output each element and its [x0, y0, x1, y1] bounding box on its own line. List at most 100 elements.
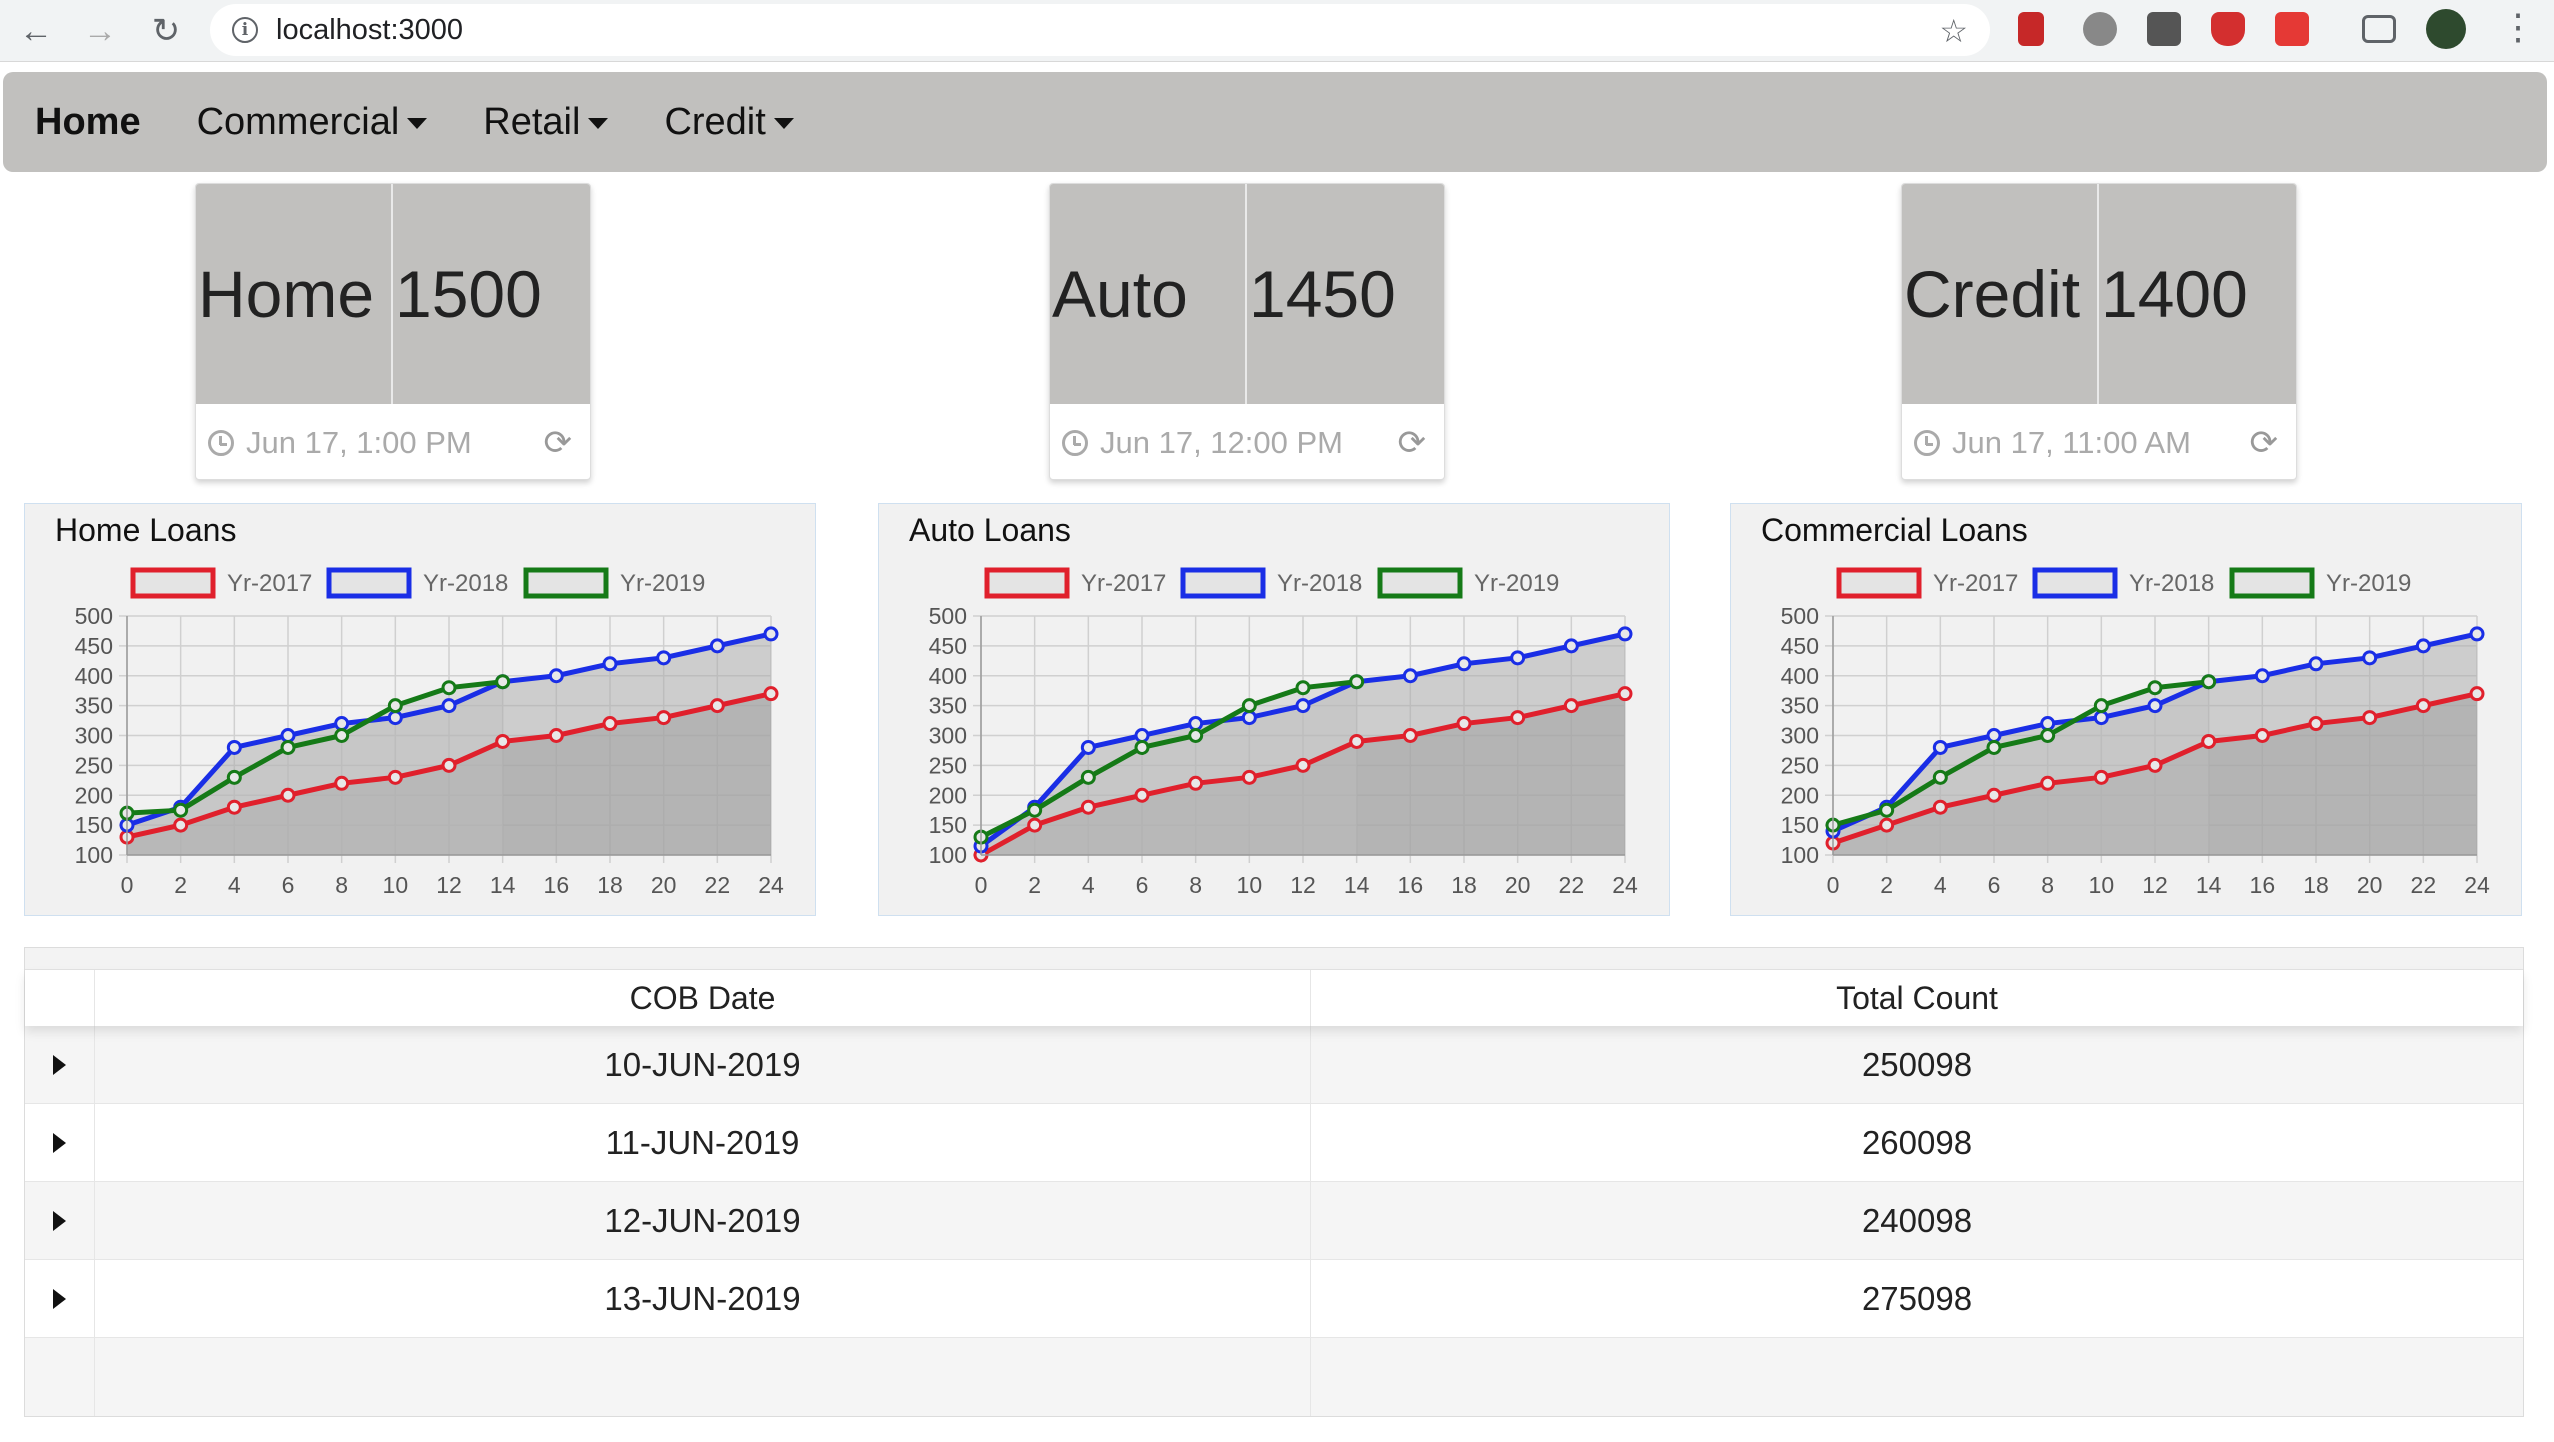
data-point[interactable] — [1241, 769, 1257, 785]
data-point[interactable] — [2201, 733, 2217, 749]
data-point[interactable] — [1080, 769, 1096, 785]
extension-circle-icon[interactable] — [2083, 12, 2117, 46]
data-point[interactable] — [2147, 698, 2163, 714]
data-point[interactable] — [1080, 739, 1096, 755]
expand-arrow-icon[interactable] — [53, 1288, 66, 1309]
refresh-icon[interactable]: ⟳ — [1398, 423, 1427, 463]
legend-item[interactable]: Yr-2018 — [1180, 567, 1362, 599]
nav-home[interactable]: Home — [35, 101, 141, 144]
data-point[interactable] — [2254, 668, 2270, 684]
expand-arrow-icon[interactable] — [53, 1210, 66, 1231]
data-point[interactable] — [2040, 775, 2056, 791]
data-point[interactable] — [334, 775, 350, 791]
data-point[interactable] — [1986, 787, 2002, 803]
data-point[interactable] — [1510, 650, 1526, 666]
legend-item[interactable]: Yr-2019 — [1377, 567, 1559, 599]
data-point[interactable] — [387, 698, 403, 714]
data-point[interactable] — [226, 769, 242, 785]
data-point[interactable] — [1295, 757, 1311, 773]
table-row[interactable]: 12-JUN-2019 240098 — [25, 1182, 2523, 1260]
data-point[interactable] — [1027, 817, 1043, 833]
extension-bulb-icon[interactable] — [2147, 12, 2181, 46]
data-point[interactable] — [2362, 710, 2378, 726]
data-point[interactable] — [2093, 710, 2109, 726]
data-point[interactable] — [2469, 626, 2485, 642]
data-point[interactable] — [2362, 650, 2378, 666]
data-point[interactable] — [709, 698, 725, 714]
data-point[interactable] — [1986, 739, 2002, 755]
data-point[interactable] — [1188, 775, 1204, 791]
data-point[interactable] — [2147, 757, 2163, 773]
data-point[interactable] — [602, 716, 618, 732]
table-row[interactable]: 10-JUN-2019 250098 — [25, 1026, 2523, 1104]
table-row[interactable]: 11-JUN-2019 260098 — [25, 1104, 2523, 1182]
forward-arrow-icon[interactable]: → — [78, 9, 122, 53]
data-point[interactable] — [1456, 716, 1472, 732]
data-point[interactable] — [1402, 668, 1418, 684]
data-point[interactable] — [334, 716, 350, 732]
bookmark-star-icon[interactable]: ☆ — [1939, 12, 1968, 50]
data-point[interactable] — [2040, 716, 2056, 732]
data-point[interactable] — [2147, 680, 2163, 696]
expand-arrow-icon[interactable] — [53, 1054, 66, 1075]
data-point[interactable] — [1986, 728, 2002, 743]
data-point[interactable] — [1456, 656, 1472, 672]
data-point[interactable] — [548, 728, 564, 743]
legend-item[interactable]: Yr-2019 — [2229, 567, 2411, 599]
data-point[interactable] — [387, 710, 403, 726]
nav-commercial-dropdown[interactable]: Commercial — [197, 101, 428, 144]
expand-arrow-icon[interactable] — [53, 1132, 66, 1153]
data-point[interactable] — [173, 817, 189, 833]
data-point[interactable] — [1510, 710, 1526, 726]
data-point[interactable] — [1134, 728, 1150, 743]
data-point[interactable] — [173, 802, 189, 818]
data-point[interactable] — [280, 787, 296, 803]
data-point[interactable] — [1080, 799, 1096, 815]
data-point[interactable] — [387, 769, 403, 785]
data-point[interactable] — [2415, 638, 2431, 654]
legend-item[interactable]: Yr-2018 — [326, 567, 508, 599]
data-point[interactable] — [1241, 698, 1257, 714]
data-point[interactable] — [441, 680, 457, 696]
data-point[interactable] — [763, 626, 779, 642]
data-point[interactable] — [602, 656, 618, 672]
data-point[interactable] — [226, 799, 242, 815]
legend-item[interactable]: Yr-2017 — [984, 567, 1166, 599]
data-point[interactable] — [1188, 728, 1204, 743]
data-point[interactable] — [1402, 728, 1418, 743]
data-point[interactable] — [1027, 802, 1043, 818]
data-point[interactable] — [2093, 769, 2109, 785]
data-point[interactable] — [2469, 686, 2485, 702]
data-point[interactable] — [1349, 733, 1365, 749]
data-point[interactable] — [441, 698, 457, 714]
data-point[interactable] — [548, 668, 564, 684]
column-header-cob-date[interactable]: COB Date — [95, 970, 1311, 1026]
data-point[interactable] — [1932, 799, 1948, 815]
data-point[interactable] — [280, 739, 296, 755]
data-point[interactable] — [1563, 698, 1579, 714]
table-row[interactable]: 13-JUN-2019 275098 — [25, 1260, 2523, 1338]
data-point[interactable] — [1932, 739, 1948, 755]
data-point[interactable] — [1349, 674, 1365, 690]
url-text[interactable]: localhost:3000 — [276, 14, 463, 47]
nav-retail-dropdown[interactable]: Retail — [483, 101, 609, 144]
browser-menu-icon[interactable]: ⋮ — [2500, 6, 2536, 48]
data-point[interactable] — [1617, 626, 1633, 642]
data-point[interactable] — [1617, 686, 1633, 702]
reload-icon[interactable]: ↻ — [144, 9, 188, 53]
data-point[interactable] — [2093, 698, 2109, 714]
data-point[interactable] — [334, 728, 350, 743]
refresh-icon[interactable]: ⟳ — [2250, 423, 2279, 463]
data-point[interactable] — [2415, 698, 2431, 714]
legend-item[interactable]: Yr-2018 — [2032, 567, 2214, 599]
data-point[interactable] — [2308, 656, 2324, 672]
data-point[interactable] — [495, 733, 511, 749]
nav-credit-dropdown[interactable]: Credit — [664, 101, 794, 144]
data-point[interactable] — [1295, 698, 1311, 714]
extension-shield-icon[interactable] — [2211, 12, 2245, 46]
info-icon[interactable]: i — [232, 17, 258, 43]
data-point[interactable] — [1241, 710, 1257, 726]
data-point[interactable] — [1134, 739, 1150, 755]
refresh-icon[interactable]: ⟳ — [544, 423, 573, 463]
data-point[interactable] — [1879, 802, 1895, 818]
